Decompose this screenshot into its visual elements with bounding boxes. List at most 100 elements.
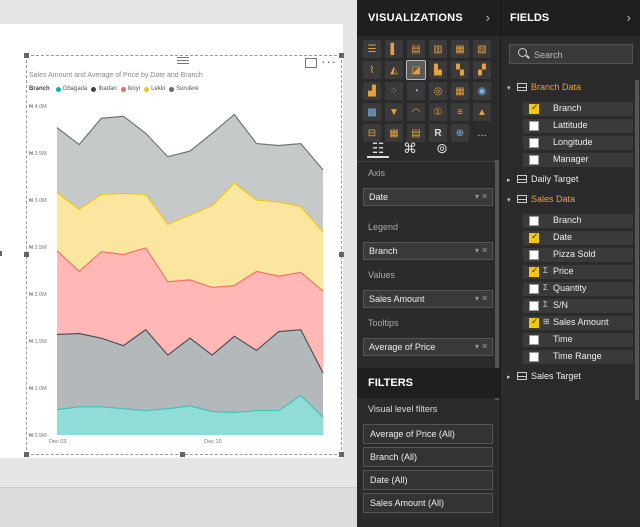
fields-search-input[interactable] [534,48,630,61]
well-field-axis[interactable]: Date ▾ ✕ [363,188,493,206]
field-checkbox[interactable] [529,301,539,311]
field-item[interactable]: Σ Price [523,265,633,279]
stacked-column-icon[interactable]: ▌ [385,40,403,58]
sum-icon: Σ [543,283,548,292]
line-chart-icon[interactable]: ⌇ [363,61,381,79]
field-checkbox[interactable] [529,352,539,362]
field-checkbox[interactable] [529,316,539,328]
stacked-bar-icon[interactable]: ☰ [363,40,381,58]
stacked-area-chart-icon[interactable]: ◪ [406,60,426,80]
resize-handle-left[interactable] [0,251,2,256]
area-chart-plot[interactable]: ₦ 0.5M ₦ 1.0M ₦ 1.5M ₦ 2.0M ₦ 2.5M ₦ 3.0M ₦ 3.… [27,96,341,454]
field-item[interactable]: Date [523,231,633,245]
well-dropdown-remove-icon[interactable]: ▾ ✕ [475,192,488,201]
chart-legend: Branch Gbagada Ibadan Ikoyi Lekki Surulere [29,86,199,92]
filter-card[interactable]: Date (All) [363,470,493,490]
resize-handle-top-left[interactable] [24,53,29,58]
well-field-legend[interactable]: Branch ▾ ✕ [363,242,493,260]
field-item[interactable]: Σ Quantity [523,282,633,296]
well-dropdown-remove-icon[interactable]: ▾ ✕ [475,294,488,303]
filter-card[interactable]: Average of Price (All) [363,424,493,444]
100-column-icon[interactable]: ▧ [473,40,491,58]
table-node[interactable]: ▾ Sales Data [507,194,575,208]
filter-card-label: Branch (All) [370,452,418,462]
field-checkbox[interactable] [529,335,539,345]
well-dropdown-remove-icon[interactable]: ▾ ✕ [475,342,488,351]
field-item[interactable]: Branch [523,102,633,116]
expand-down-icon[interactable]: ▾ [507,84,515,92]
table-name: Branch Data [531,82,582,92]
waterfall-icon[interactable]: ▟ [363,82,381,100]
legend-item[interactable]: Surulere [169,86,199,92]
drag-grip-icon[interactable] [177,55,189,64]
format-tab-icon[interactable]: ⌘ [399,138,421,158]
more-options-icon[interactable]: ··· [321,54,337,69]
field-item[interactable]: Time Range [523,350,633,364]
field-checkbox[interactable] [529,102,539,114]
legend-item[interactable]: Ikoyi [120,86,140,92]
field-checkbox[interactable] [529,155,539,165]
100-bar-icon[interactable]: ▦ [451,40,469,58]
ribbon-chart-icon[interactable]: ▞ [473,61,491,79]
field-item[interactable]: Σ S/N [523,299,633,313]
powerbi-desktop: ··· Sales Amount and Average of Price by… [0,0,640,527]
visualizations-scrollbar[interactable] [495,160,499,400]
clustered-bar-icon[interactable]: ▤ [407,40,425,58]
expand-right-icon[interactable]: ▸ [507,176,515,184]
line-column-icon[interactable]: ▙ [429,61,447,79]
field-item[interactable]: Lattitude [523,119,633,133]
field-checkbox[interactable] [529,121,539,131]
expand-down-icon[interactable]: ▾ [507,196,515,204]
field-item[interactable]: ⊞Sales Amount [523,316,633,330]
filter-card[interactable]: Sales Amount (All) [363,493,493,513]
funnel-icon[interactable]: ▼ [385,103,403,121]
well-field-values[interactable]: Sales Amount ▾ ✕ [363,290,493,308]
filled-map-icon[interactable]: ▩ [363,103,381,121]
field-item[interactable]: Longitude [523,136,633,150]
analytics-tab-icon[interactable]: ⊚ [431,138,453,158]
field-name: Pizza Sold [553,249,596,259]
legend-item[interactable]: Lekki [144,86,165,92]
card-icon[interactable]: ① [429,103,447,121]
kpi-icon[interactable]: ▲ [473,103,491,121]
table-node[interactable]: ▸ Daily Target [507,174,578,188]
field-item[interactable]: Branch [523,214,633,228]
clustered-column-icon[interactable]: ▥ [429,40,447,58]
treemap-icon[interactable]: ▦ [451,82,469,100]
filters-title: FILTERS [368,377,414,389]
donut-icon[interactable]: ◎ [429,82,447,100]
map-icon[interactable]: ◉ [473,82,491,100]
field-checkbox[interactable] [529,265,539,277]
field-checkbox[interactable] [529,231,539,243]
table-node[interactable]: ▸ Sales Target [507,371,581,385]
collapse-visualizations-icon[interactable]: › [486,10,490,25]
filters-header: FILTERS [357,368,500,398]
field-checkbox[interactable] [529,250,539,260]
line-clustered-column-icon[interactable]: ▚ [451,61,469,79]
field-item[interactable]: Time [523,333,633,347]
pie-icon[interactable]: ◔ [407,82,425,100]
collapse-fields-icon[interactable]: › [627,10,631,25]
field-item[interactable]: Pizza Sold [523,248,633,262]
fields-scrollbar[interactable] [635,80,639,400]
focus-mode-icon[interactable] [305,58,317,68]
well-dropdown-remove-icon[interactable]: ▾ ✕ [475,246,488,255]
multi-row-card-icon[interactable]: ≡ [451,103,469,121]
field-checkbox[interactable] [529,284,539,294]
area-chart-icon[interactable]: ◭ [385,61,403,79]
scatter-icon[interactable]: ⁘ [385,82,403,100]
field-checkbox[interactable] [529,216,539,226]
area-chart-visual[interactable]: ··· Sales Amount and Average of Price by… [24,53,344,457]
legend-item[interactable]: Gbagada [55,86,87,92]
area-series-ibadan[interactable] [57,329,323,418]
filter-card[interactable]: Branch (All) [363,447,493,467]
table-node[interactable]: ▾ Branch Data [507,82,581,96]
field-item[interactable]: Manager [523,153,633,167]
well-field-tooltips[interactable]: Average of Price ▾ ✕ [363,338,493,356]
gauge-icon[interactable]: ◠ [407,103,425,121]
resize-handle-top-right[interactable] [339,53,344,58]
expand-right-icon[interactable]: ▸ [507,373,515,381]
fields-tab-icon[interactable]: ☷ [367,138,389,158]
field-checkbox[interactable] [529,138,539,148]
legend-item[interactable]: Ibadan [91,86,117,92]
